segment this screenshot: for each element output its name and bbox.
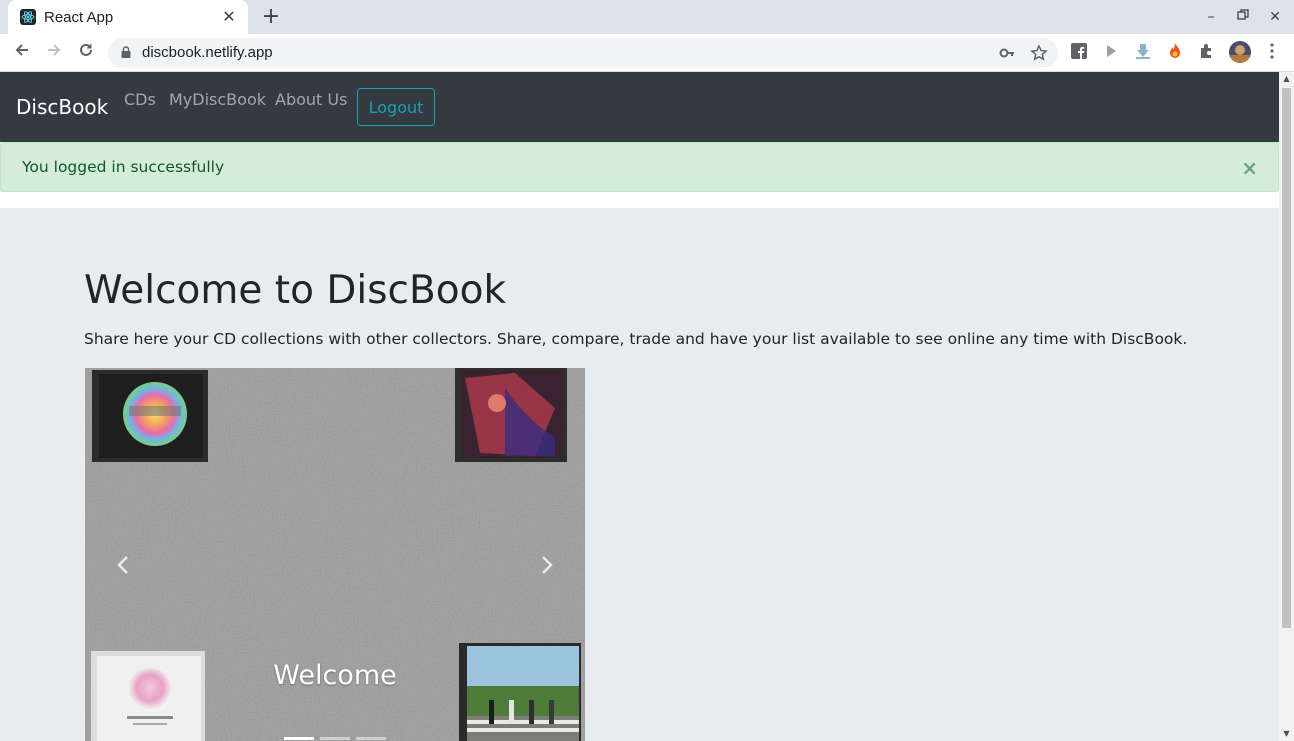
forward-icon[interactable] <box>41 40 67 66</box>
carousel-caption: Welcome <box>273 660 397 691</box>
carousel-indicator[interactable] <box>284 737 314 740</box>
navbar-brand[interactable]: DiscBook <box>16 95 108 119</box>
alert-message: You logged in successfully <box>22 158 225 176</box>
page-viewport: DiscBook CDs MyDiscBook About Us Logout … <box>0 72 1279 741</box>
browser-tabstrip: React App ✕ + – ✕ <box>0 0 1294 34</box>
close-window-icon[interactable]: ✕ <box>1264 6 1286 28</box>
scrollbar-thumb[interactable] <box>1282 88 1291 628</box>
new-tab-button[interactable]: + <box>259 5 283 29</box>
carousel-next-icon[interactable] <box>537 553 557 577</box>
address-bar[interactable]: discbook.netlify.app <box>108 38 1058 68</box>
carousel-prev-icon[interactable] <box>113 553 133 577</box>
url-text: discbook.netlify.app <box>142 44 273 61</box>
scroll-up-icon[interactable]: ▲ <box>1279 72 1294 86</box>
extensions-puzzle-icon[interactable] <box>1198 42 1218 62</box>
react-favicon-icon <box>20 9 36 25</box>
nav-link-about-us[interactable]: About Us <box>275 90 347 109</box>
browser-tab[interactable]: React App ✕ <box>8 0 248 34</box>
scroll-down-icon[interactable]: ▼ <box>1279 727 1294 741</box>
carousel-indicator[interactable] <box>320 737 350 740</box>
download-extension-icon[interactable] <box>1134 42 1154 62</box>
success-alert: You logged in successfully × <box>0 142 1279 192</box>
play-extension-icon[interactable] <box>1102 42 1122 62</box>
tab-close-icon[interactable]: ✕ <box>220 8 238 26</box>
page-scrollbar[interactable]: ▲ ▼ <box>1279 72 1294 741</box>
back-icon[interactable] <box>9 40 35 66</box>
browser-menu-icon[interactable] <box>1263 42 1283 62</box>
restore-icon[interactable] <box>1232 6 1254 28</box>
page-title: Welcome to DiscBook <box>84 268 507 313</box>
reload-icon[interactable] <box>73 40 99 66</box>
lead-paragraph: Share here your CD collections with othe… <box>84 330 1188 348</box>
carousel-indicator[interactable] <box>356 737 386 740</box>
image-carousel: Welcome <box>85 368 585 741</box>
minimize-icon[interactable]: – <box>1200 6 1222 28</box>
profile-avatar[interactable] <box>1229 41 1251 63</box>
nav-link-mydiscbook[interactable]: MyDiscBook <box>169 90 266 109</box>
bookmark-star-icon[interactable] <box>1030 44 1048 62</box>
fire-extension-icon[interactable] <box>1166 42 1186 62</box>
spacer <box>0 192 1279 208</box>
facebook-extension-icon[interactable] <box>1070 42 1090 62</box>
carousel-indicators <box>284 737 386 740</box>
logout-button[interactable]: Logout <box>357 88 435 126</box>
tab-title: React App <box>44 8 114 26</box>
alert-close-icon[interactable]: × <box>1241 156 1258 180</box>
nav-link-cds[interactable]: CDs <box>124 90 156 109</box>
site-navbar: DiscBook CDs MyDiscBook About Us Logout <box>0 72 1279 142</box>
key-icon[interactable] <box>998 44 1016 62</box>
lock-icon <box>121 46 131 58</box>
browser-toolbar: discbook.netlify.app <box>0 34 1294 72</box>
